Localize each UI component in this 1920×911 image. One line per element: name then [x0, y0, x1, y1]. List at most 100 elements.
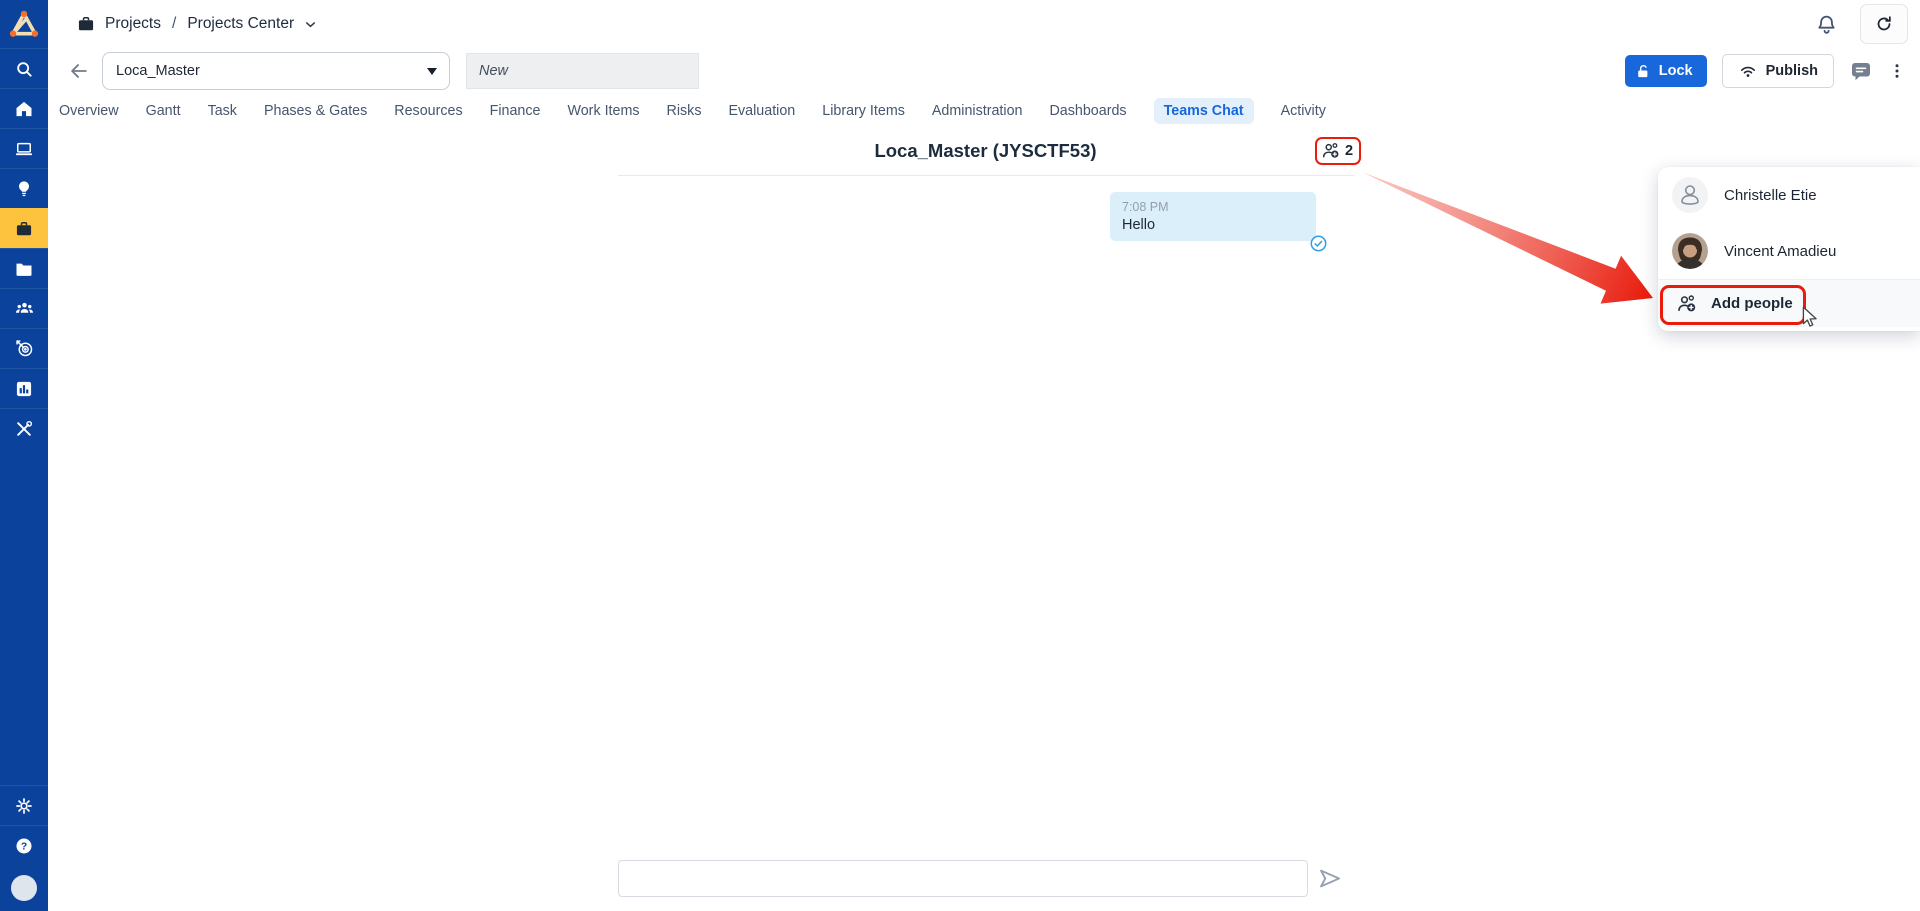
- briefcase-icon: [14, 219, 34, 239]
- chevron-down-icon[interactable]: [303, 17, 318, 32]
- lock-button-label: Lock: [1659, 63, 1693, 79]
- project-toolbar: Loca_Master New Lock Publish: [48, 48, 1920, 94]
- tab-phases-gates[interactable]: Phases & Gates: [264, 98, 367, 124]
- sidebar-item-workspace[interactable]: [0, 128, 48, 168]
- photo-avatar: [1672, 233, 1708, 269]
- message-status: [1310, 235, 1327, 257]
- message-input[interactable]: [618, 860, 1308, 897]
- project-status-value: New: [479, 63, 508, 79]
- tab-evaluation[interactable]: Evaluation: [728, 98, 795, 124]
- comment-icon: [1849, 59, 1873, 83]
- svg-text:?: ?: [21, 841, 27, 852]
- breadcrumb-page[interactable]: Projects Center: [187, 15, 294, 33]
- tab-work-items[interactable]: Work Items: [568, 98, 640, 124]
- toolbar-actions: Lock Publish: [1625, 54, 1906, 88]
- search-icon: [14, 59, 34, 79]
- home-icon: [14, 99, 34, 119]
- add-person-icon: [1676, 293, 1698, 315]
- project-selector[interactable]: Loca_Master: [102, 52, 450, 90]
- project-status-field[interactable]: New: [466, 53, 699, 89]
- app-window: ? Projects / Projects Center Loc: [0, 0, 1920, 911]
- tab-overview[interactable]: Overview: [59, 98, 119, 124]
- send-plane-icon: [1316, 865, 1343, 892]
- sciforma-logo[interactable]: [0, 0, 48, 48]
- tab-finance[interactable]: Finance: [490, 98, 541, 124]
- folder-icon: [14, 259, 34, 279]
- sidebar-item-settings[interactable]: [0, 785, 48, 825]
- breadcrumb: Projects / Projects Center: [76, 14, 318, 34]
- lock-button[interactable]: Lock: [1625, 55, 1707, 87]
- bar-chart-icon: [14, 379, 34, 399]
- tab-gantt[interactable]: Gantt: [146, 98, 181, 124]
- person-outline-icon: [1672, 177, 1708, 213]
- sidebar-item-help[interactable]: ?: [0, 825, 48, 865]
- top-header: Projects / Projects Center: [48, 0, 1920, 48]
- logo-triangle-icon: [9, 10, 39, 38]
- comments-button[interactable]: [1849, 59, 1873, 83]
- breadcrumb-separator: /: [170, 15, 178, 33]
- kebab-menu-icon: [1888, 61, 1906, 81]
- sidebar-item-admin-tools[interactable]: [0, 408, 48, 448]
- member-avatar-placeholder: [1672, 177, 1708, 213]
- header-actions: [1815, 4, 1908, 44]
- sidebar-item-home[interactable]: [0, 88, 48, 128]
- project-tabs: Overview Gantt Task Phases & Gates Resou…: [48, 94, 1920, 128]
- sidebar: ?: [0, 0, 48, 911]
- member-name: Vincent Amadieu: [1724, 243, 1836, 260]
- people-icon: [14, 298, 35, 319]
- sidebar-item-reports[interactable]: [0, 368, 48, 408]
- participants-button[interactable]: 2: [1315, 137, 1361, 165]
- laptop-icon: [14, 139, 34, 159]
- chat-header-divider: [618, 175, 1354, 176]
- teams-chat-panel: Loca_Master (JYSCTF53) 2 7:08 PM Hello: [48, 128, 1920, 911]
- tab-dashboards[interactable]: Dashboards: [1049, 98, 1126, 124]
- sidebar-item-portfolios[interactable]: [0, 248, 48, 288]
- send-button[interactable]: [1314, 865, 1344, 895]
- dropdown-caret-icon: [427, 68, 437, 75]
- add-people-label: Add people: [1711, 295, 1793, 312]
- publish-button[interactable]: Publish: [1722, 54, 1834, 88]
- sidebar-item-projects[interactable]: [0, 208, 48, 248]
- tab-administration[interactable]: Administration: [932, 98, 1023, 124]
- sidebar-item-profile[interactable]: [0, 865, 48, 911]
- lightbulb-icon: [14, 179, 34, 199]
- briefcase-icon: [76, 14, 96, 34]
- refresh-button[interactable]: [1860, 4, 1908, 44]
- more-options-button[interactable]: [1888, 61, 1906, 81]
- project-selector-value: Loca_Master: [116, 63, 200, 79]
- publish-button-label: Publish: [1766, 63, 1818, 79]
- delivered-check-icon: [1310, 235, 1327, 252]
- notifications-button[interactable]: [1815, 13, 1838, 36]
- member-row-vincent[interactable]: Vincent Amadieu: [1658, 223, 1920, 279]
- chat-message-bubble: 7:08 PM Hello: [1110, 192, 1316, 241]
- open-lock-icon: [1635, 63, 1652, 80]
- member-row-christelle[interactable]: Christelle Etie: [1658, 167, 1920, 223]
- participants-dropdown: Christelle Etie Vincent: [1658, 167, 1920, 331]
- tab-task[interactable]: Task: [208, 98, 237, 124]
- tab-activity[interactable]: Activity: [1281, 98, 1326, 124]
- sidebar-item-resources[interactable]: [0, 288, 48, 328]
- add-people-button[interactable]: Add people: [1658, 280, 1920, 327]
- tab-risks[interactable]: Risks: [667, 98, 702, 124]
- message-timestamp: 7:08 PM: [1122, 200, 1304, 214]
- tab-library-items[interactable]: Library Items: [822, 98, 905, 124]
- back-arrow-icon: [68, 60, 90, 82]
- target-icon: [14, 338, 35, 359]
- user-avatar: [11, 875, 37, 901]
- help-icon: ?: [14, 836, 34, 856]
- sidebar-item-goals[interactable]: [0, 328, 48, 368]
- back-button[interactable]: [62, 54, 96, 88]
- member-avatar-photo: [1672, 233, 1708, 269]
- participants-count: 2: [1345, 143, 1353, 159]
- refresh-icon: [1874, 14, 1894, 34]
- annotation-arrow: [1342, 162, 1682, 312]
- sidebar-item-search[interactable]: [0, 48, 48, 88]
- sidebar-item-ideas[interactable]: [0, 168, 48, 208]
- add-person-icon: [1321, 141, 1341, 161]
- bell-icon: [1815, 13, 1838, 36]
- chat-title: Loca_Master (JYSCTF53): [618, 140, 1353, 162]
- tab-resources[interactable]: Resources: [394, 98, 462, 124]
- tools-icon: [14, 419, 34, 439]
- breadcrumb-section[interactable]: Projects: [105, 15, 161, 33]
- tab-teams-chat[interactable]: Teams Chat: [1154, 98, 1254, 124]
